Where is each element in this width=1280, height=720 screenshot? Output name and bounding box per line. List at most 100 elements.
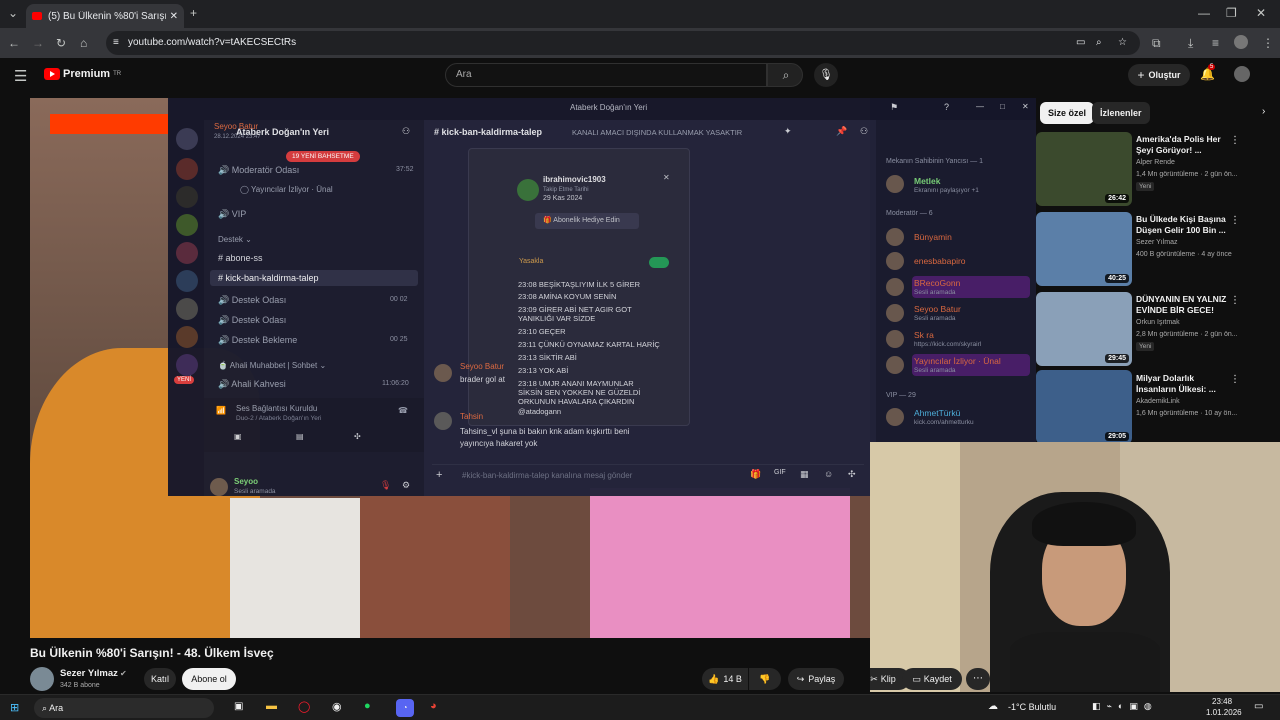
task-view-icon[interactable]: ▣ (234, 701, 243, 712)
help-icon[interactable]: ? (944, 102, 949, 112)
member-name[interactable]: Yayıncılar İzliyor · Ünal (914, 356, 1001, 366)
channel-item[interactable]: 🔊 Destek Bekleme (218, 332, 297, 348)
youtube-logo[interactable]: Premium TR (44, 68, 121, 80)
settings-gear-icon[interactable]: ⚙ (402, 480, 410, 491)
add-member-icon[interactable]: ⚇ (402, 126, 410, 137)
chip-for-you[interactable]: Size özel (1040, 102, 1095, 124)
system-tray-icons[interactable]: ◧⌁◐▣◍ (1092, 701, 1158, 712)
subscribe-button[interactable]: Abone ol (182, 668, 236, 690)
pin-icon[interactable]: 📌 (836, 126, 847, 137)
channel-avatar[interactable] (30, 667, 54, 691)
mentions-badge[interactable]: 19 YENİ BAHSETME (286, 151, 360, 162)
maximize-icon[interactable]: ❐ (1226, 6, 1237, 20)
zoom-icon[interactable]: ⌕ (1096, 31, 1102, 55)
member-avatar[interactable] (886, 356, 904, 374)
back-icon[interactable]: ← (8, 36, 20, 50)
discord-close-icon[interactable]: ✕ (1022, 102, 1029, 111)
voice-search-button[interactable]: 🎙 (814, 63, 838, 87)
server-icon[interactable] (176, 158, 198, 180)
sticker-icon[interactable]: ▦ (800, 469, 809, 480)
recommendation-thumbnail[interactable]: 40:25 (1036, 212, 1132, 286)
category-ahali[interactable]: 🍵 Ahali Muhabbet | Sohbet ⌄ (218, 358, 326, 374)
server-icon[interactable] (176, 326, 198, 348)
member-name[interactable]: Seyoo Batur (914, 304, 961, 314)
member-name[interactable]: Bünyamin (914, 232, 952, 242)
recommendation-title[interactable]: DÜNYANIN EN YALNIZ EVİNDE BİR GECE! (1136, 294, 1236, 316)
clock-date[interactable]: 1.01.2026 (1206, 708, 1242, 717)
server-icon[interactable] (176, 298, 198, 320)
forward-icon[interactable]: → (32, 36, 44, 50)
discord-window[interactable]: Ataberk Doğan'ın Yeri ⚑ ? — □ ✕ YENİ Ata… (168, 98, 1036, 496)
channel-item[interactable]: 🔊 Ahali Kahvesi (218, 376, 286, 392)
url-field[interactable]: ≡ youtube.com/watch?v=tAKECSECtRs ▭ ⌕ ☆ (106, 31, 1140, 55)
camera-off-icon[interactable]: ▣ (234, 432, 242, 441)
more-options-icon[interactable]: ⋮ (1230, 215, 1240, 226)
recommendation-channel[interactable]: Orkun Işıtmak (1136, 318, 1246, 328)
disconnect-icon[interactable]: ☎ (398, 406, 408, 415)
msg1-user[interactable]: Seyoo Batur (460, 362, 504, 371)
more-options-icon[interactable]: ⋮ (1230, 135, 1240, 146)
downloads-icon[interactable]: ⤓ (1188, 36, 1193, 51)
reload-icon[interactable]: ↻ (56, 36, 66, 50)
recommendation-thumbnail[interactable]: 29:45 (1036, 292, 1132, 366)
channel-item[interactable]: 🔊 VIP (218, 206, 246, 222)
chip-next-icon[interactable]: › (1262, 106, 1265, 117)
channel-item[interactable]: 🔊 Destek Odası (218, 312, 286, 328)
member-avatar[interactable] (886, 252, 904, 270)
members-icon[interactable]: ⚇ (860, 126, 868, 137)
gif-icon[interactable]: GIF (774, 469, 786, 476)
msg2-user[interactable]: Tahsin (460, 412, 483, 421)
account-avatar[interactable] (1234, 66, 1250, 82)
member-name[interactable]: Metlek (914, 176, 940, 186)
chip-watched[interactable]: İzlenenler (1092, 102, 1150, 124)
install-icon[interactable]: ▭ (1076, 31, 1085, 55)
clock-time[interactable]: 23:48 (1212, 697, 1232, 706)
dislike-button[interactable]: 👎 (749, 668, 781, 690)
server-icon[interactable] (176, 128, 198, 150)
discord-maximize-icon[interactable]: □ (1000, 102, 1005, 111)
self-avatar[interactable] (210, 478, 228, 496)
member-name[interactable]: Sk ra (914, 330, 934, 340)
discord-taskbar-icon[interactable]: ◔ (396, 699, 414, 717)
browser-tab[interactable]: (5) Bu Ülkenin %80'i Sarışın! - 4 ✕ (26, 4, 184, 28)
mute-icon[interactable]: 🎙 (380, 480, 391, 491)
message-input[interactable]: + #kick-ban-kaldirma-talep kanalına mesa… (432, 464, 864, 486)
tab-list-icon[interactable]: ⌄ (6, 6, 20, 20)
windows-start-icon[interactable]: ⊞ (10, 701, 19, 714)
recommendation-title[interactable]: Amerika'da Polis Her Şeyi Görüyor! ... (1136, 134, 1236, 156)
channel-item-selected[interactable]: # kick-ban-kaldirma-talep (210, 270, 418, 286)
channel-item[interactable]: 🔊 Destek Odası (218, 292, 286, 308)
search-button[interactable]: ⌕ (767, 63, 803, 87)
home-icon[interactable]: ⌂ (80, 36, 87, 50)
recommendation-channel[interactable]: Alper Rende (1136, 158, 1246, 168)
member-avatar[interactable] (886, 278, 904, 296)
member-avatar[interactable] (886, 228, 904, 246)
member-avatar[interactable] (886, 408, 904, 426)
create-button[interactable]: + Oluştur (1128, 64, 1190, 86)
app-icon[interactable]: ◉ (332, 700, 342, 713)
member-name[interactable]: enesbabapiro (914, 256, 966, 266)
media-icon[interactable]: ≡ (1212, 36, 1219, 50)
file-explorer-icon[interactable]: ▬ (266, 700, 277, 712)
hamburger-menu-icon[interactable]: ☰ (14, 67, 27, 85)
inbox-icon[interactable]: ⚑ (890, 102, 898, 113)
channel-item[interactable]: # abone-ss (218, 250, 263, 266)
member-name[interactable]: AhmetTürkü (914, 408, 960, 418)
server-icon[interactable] (176, 186, 198, 208)
like-button[interactable]: 👍 14 B (702, 668, 748, 690)
minimize-icon[interactable]: — (1198, 6, 1210, 20)
emoji-icon[interactable]: ☺ (824, 469, 833, 479)
ban-toggle[interactable] (649, 257, 669, 268)
attach-plus-icon[interactable]: + (436, 469, 442, 481)
tab-close-icon[interactable]: ✕ (170, 11, 178, 22)
server-icon[interactable] (176, 270, 198, 292)
share-button[interactable]: ↪ Paylaş (788, 668, 844, 690)
member-avatar[interactable] (886, 330, 904, 348)
new-tab-icon[interactable]: + (190, 6, 197, 20)
channel-name[interactable]: Sezer Yılmaz (60, 668, 118, 679)
notification-center-icon[interactable]: ▭ (1254, 701, 1263, 712)
apps-icon[interactable]: ✣ (848, 469, 856, 480)
join-button[interactable]: Katıl (144, 668, 176, 690)
threads-icon[interactable]: ✦ (784, 126, 792, 137)
taskbar-search[interactable]: ⌕ Ara (34, 698, 214, 718)
